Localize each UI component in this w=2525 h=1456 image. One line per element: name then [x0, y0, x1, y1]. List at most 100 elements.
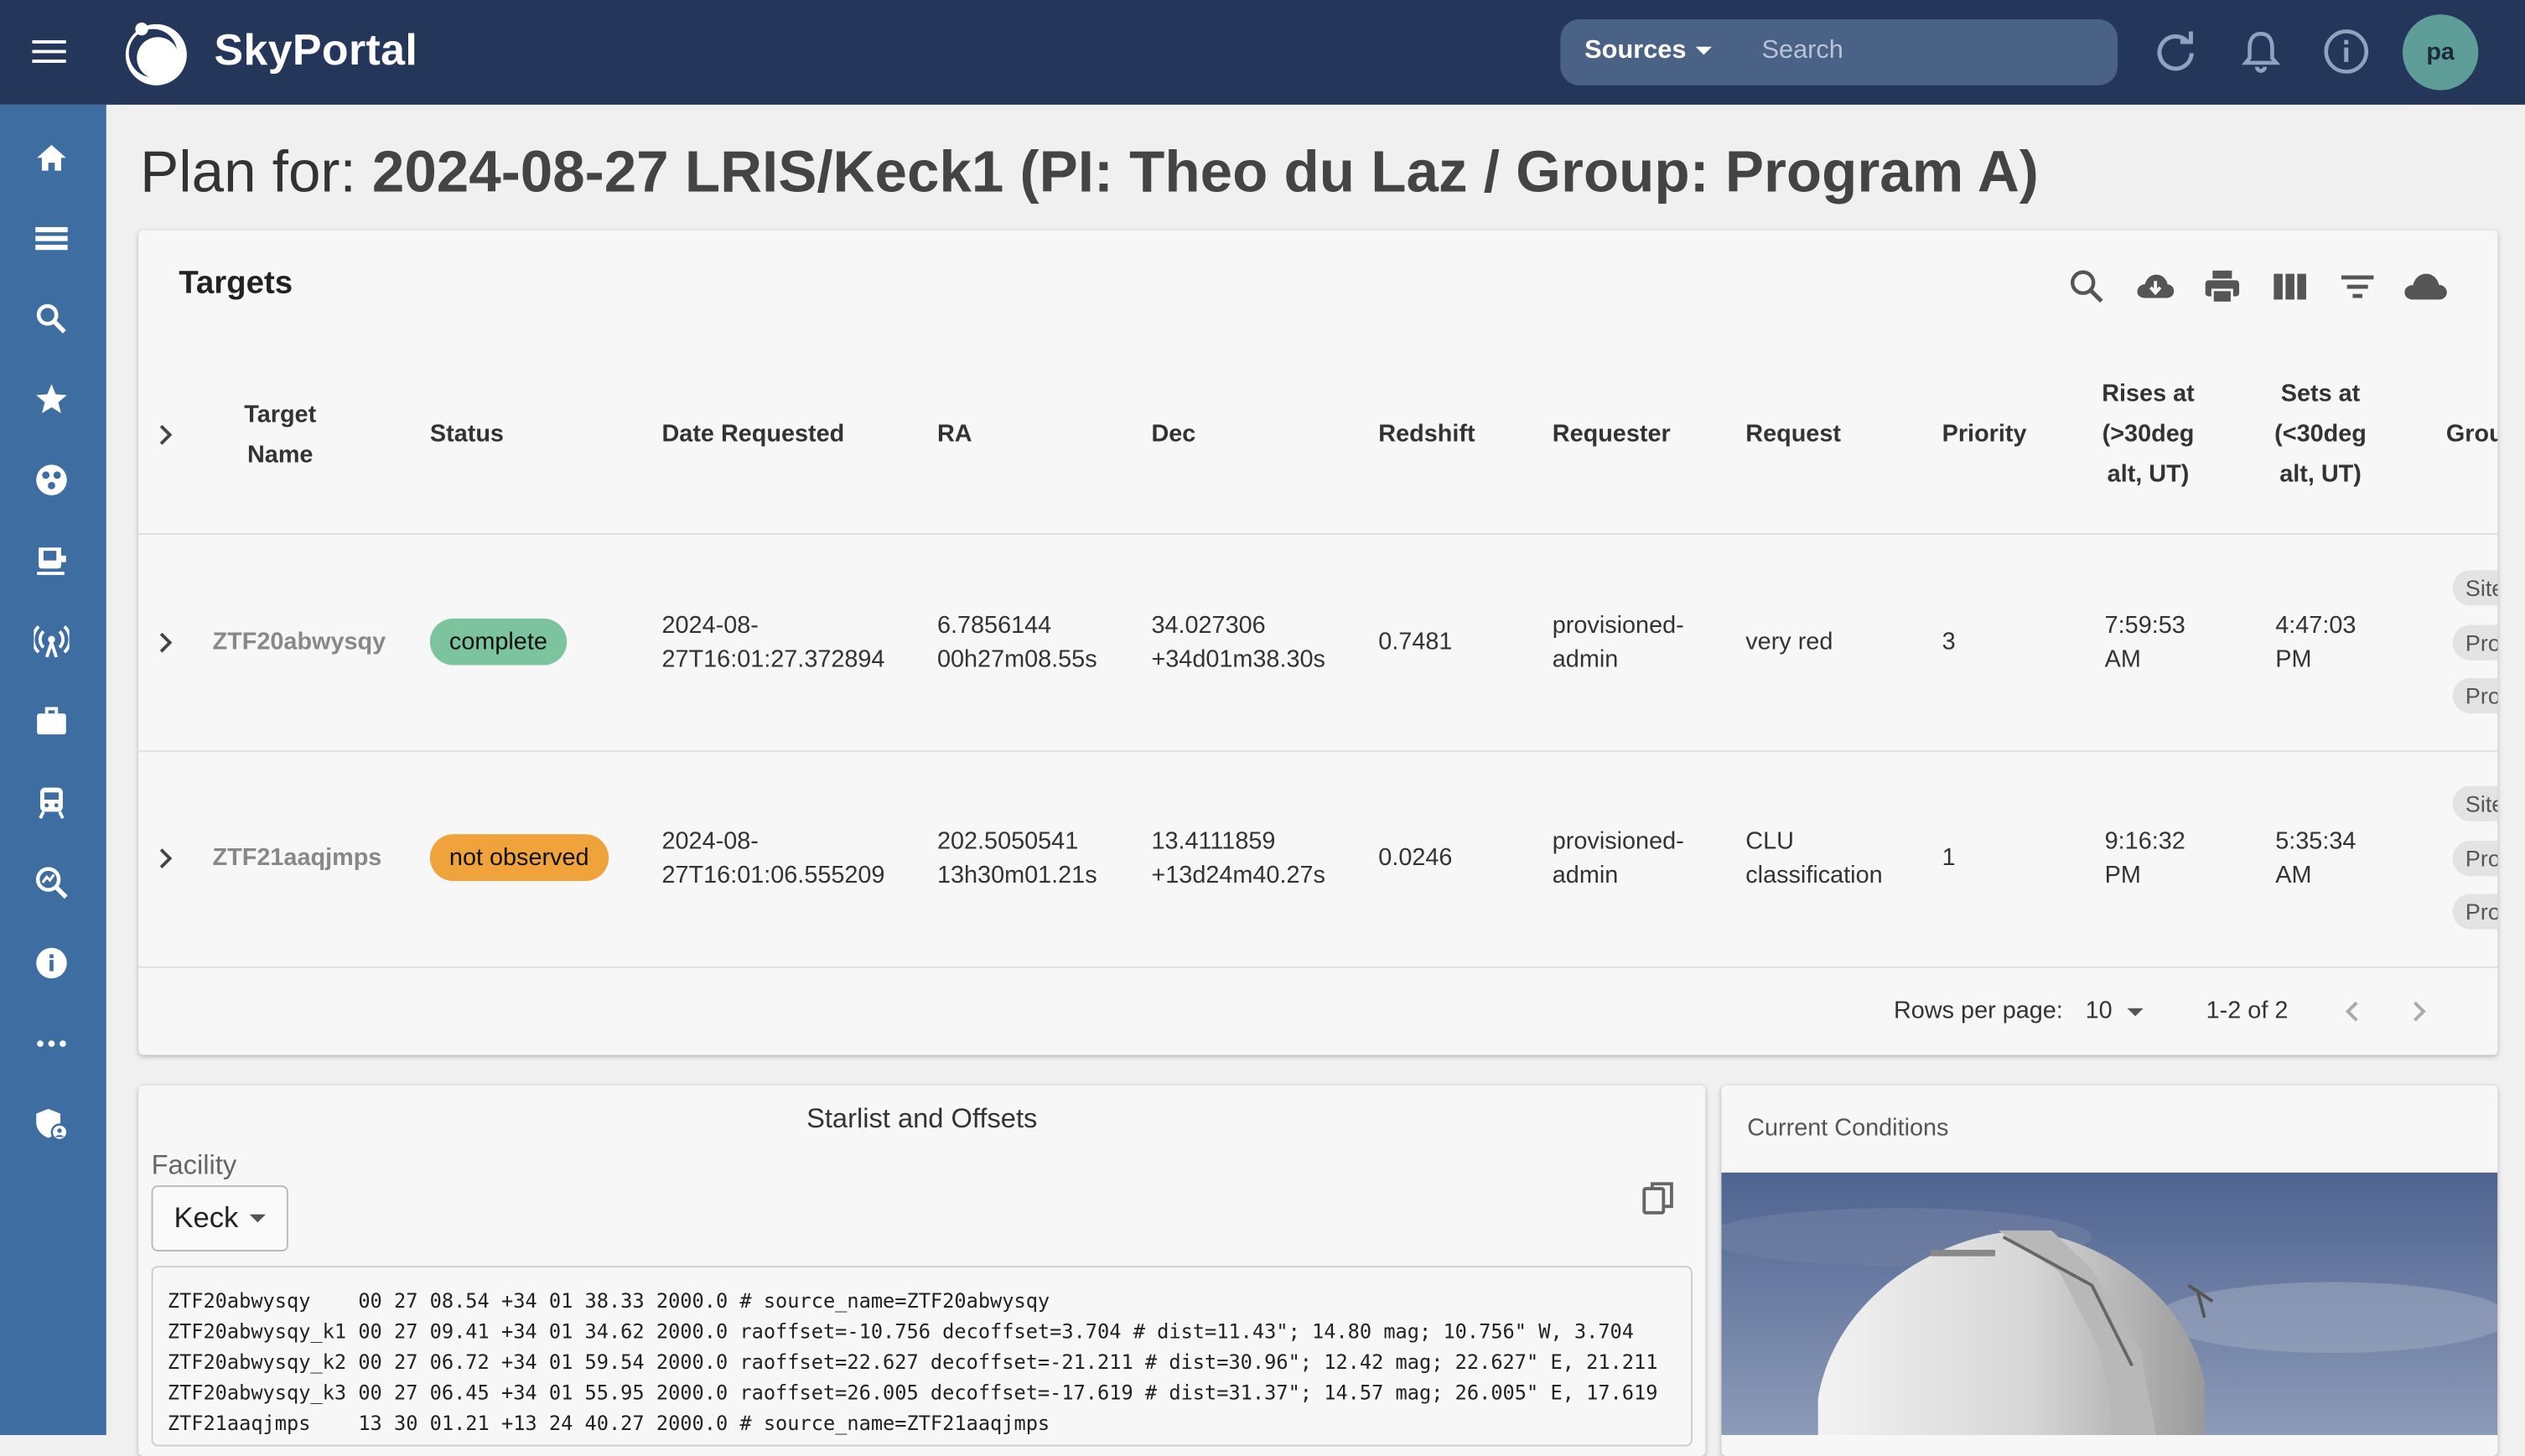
- about-info-icon[interactable]: [34, 946, 69, 981]
- group-chip[interactable]: Pro: [2452, 677, 2498, 714]
- status-badge: complete: [429, 618, 567, 666]
- search-input[interactable]: Search: [1761, 37, 1843, 66]
- brand-name[interactable]: SkyPortal: [214, 26, 417, 76]
- col-header-status[interactable]: Status: [430, 414, 504, 454]
- filter-list-icon[interactable]: [2336, 266, 2378, 308]
- zoom-analytics-icon[interactable]: [34, 865, 69, 900]
- col-header-request[interactable]: Request: [1745, 414, 1841, 454]
- col-header-priority[interactable]: Priority: [1942, 414, 2027, 454]
- row-expand-chevron-icon[interactable]: [153, 846, 179, 872]
- ra-sexagesimal: 13h30m01.21s: [936, 861, 1097, 889]
- col-header-date-requested[interactable]: Date Requested: [661, 414, 844, 454]
- group-chip[interactable]: Site: [2452, 570, 2498, 606]
- user-avatar[interactable]: pa: [2403, 14, 2479, 91]
- briefcase-icon[interactable]: [34, 704, 69, 739]
- col-header-requester[interactable]: Requester: [1553, 414, 1671, 454]
- rises-at-time: 9:16:32: [2104, 827, 2185, 856]
- observatory-webcam-image: [1721, 1172, 2498, 1436]
- chevron-down-icon: [2126, 1007, 2144, 1016]
- more-icon[interactable]: [34, 1026, 69, 1061]
- requester-line2: admin: [1552, 645, 1619, 674]
- target-name-link[interactable]: ZTF21aaqjmps: [213, 844, 382, 872]
- col-header-sets-at[interactable]: Sets at (<30deg alt, UT): [2263, 374, 2378, 495]
- skyportal-logo[interactable]: [121, 18, 192, 89]
- star-icon[interactable]: [34, 381, 69, 417]
- home-icon[interactable]: [34, 140, 69, 175]
- search-icon[interactable]: [2066, 266, 2108, 308]
- starlist-line: ZTF21aaqjmps 13 30 01.21 +13 24 40.27 20…: [167, 1412, 1050, 1436]
- date-requested-line1: 2024-08-: [661, 612, 759, 640]
- print-icon[interactable]: [2201, 266, 2243, 308]
- targets-table-card: Targets Target Name Status Date Requeste…: [138, 230, 2498, 1055]
- targets-title: Targets: [179, 266, 293, 302]
- search-bar: Sources Search: [1560, 19, 2118, 85]
- next-page-icon[interactable]: [2404, 997, 2434, 1026]
- current-conditions-card: Current Conditions: [1721, 1086, 2498, 1456]
- starlist-text[interactable]: ZTF20abwysqy 00 27 08.54 +34 01 38.33 20…: [151, 1266, 1693, 1447]
- search-icon[interactable]: [34, 301, 69, 336]
- date-requested-line2: 27T16:01:06.555209: [661, 861, 885, 889]
- col-header-groups[interactable]: Grou: [2446, 414, 2497, 454]
- col-header-dec[interactable]: Dec: [1151, 414, 1195, 454]
- rows-per-page-label: Rows per page:: [1893, 997, 2063, 1025]
- group-chip[interactable]: Pro: [2452, 624, 2498, 661]
- date-requested-line1: 2024-08-: [661, 827, 759, 856]
- col-header-redshift[interactable]: Redshift: [1378, 414, 1475, 454]
- starlist-line: ZTF20abwysqy_k2 00 27 06.72 +34 01 59.54…: [167, 1351, 1658, 1374]
- ra-sexagesimal: 00h27m08.55s: [936, 645, 1097, 674]
- search-category-select[interactable]: Sources: [1584, 37, 1713, 66]
- redshift-value: 0.0246: [1378, 843, 1453, 872]
- starlist-line: ZTF20abwysqy_k1 00 27 09.41 +34 01 34.62…: [167, 1320, 1635, 1344]
- dec-sexagesimal: +34d01m38.30s: [1151, 645, 1325, 674]
- page-title: Plan for: 2024-08-27 LRIS/Keck1 (PI: The…: [140, 138, 2039, 206]
- previous-page-icon[interactable]: [2338, 997, 2367, 1026]
- sidebar: [0, 104, 106, 1436]
- refresh-icon[interactable]: [2151, 28, 2200, 76]
- rises-at-ampm: PM: [2104, 861, 2141, 889]
- admin-shield-icon[interactable]: [34, 1106, 69, 1142]
- request-comment-line2: classification: [1745, 861, 1883, 889]
- coffee-icon[interactable]: [34, 543, 69, 578]
- requester-line1: provisioned-: [1552, 827, 1684, 856]
- cloud-download-icon[interactable]: [2134, 266, 2175, 308]
- search-category-label: Sources: [1584, 37, 1687, 65]
- facility-select[interactable]: Keck: [151, 1185, 288, 1251]
- sets-at-ampm: PM: [2275, 645, 2312, 674]
- group-chip[interactable]: Pro: [2452, 840, 2498, 877]
- info-icon[interactable]: [2322, 28, 2371, 76]
- page-title-plan-name: 2024-08-27 LRIS/Keck1 (PI: Theo du Laz /…: [371, 138, 2039, 205]
- train-icon[interactable]: [34, 785, 69, 820]
- pagination-range: 1-2 of 2: [2206, 997, 2289, 1025]
- request-comment-line1: CLU: [1745, 827, 1794, 856]
- group-chip[interactable]: Site: [2452, 785, 2498, 821]
- expand-all-chevron-icon[interactable]: [153, 422, 179, 448]
- current-conditions-title: Current Conditions: [1747, 1114, 1949, 1143]
- top-app-bar: SkyPortal Sources Search pa: [0, 0, 2525, 105]
- menu-icon[interactable]: [32, 35, 66, 67]
- group-chip[interactable]: Pro: [2452, 894, 2498, 930]
- starlist-card: Starlist and Offsets Facility Keck ZTF20…: [138, 1086, 1706, 1456]
- col-header-ra[interactable]: RA: [937, 414, 972, 454]
- priority-value: 1: [1942, 843, 1956, 872]
- notifications-bell-icon[interactable]: [2237, 28, 2285, 76]
- row-expand-chevron-icon[interactable]: [153, 630, 179, 655]
- col-header-rises-at[interactable]: Rises at (>30deg alt, UT): [2090, 374, 2206, 495]
- view-columns-icon[interactable]: [2269, 266, 2311, 308]
- col-header-target-name[interactable]: Target Name: [213, 395, 348, 475]
- rises-at-ampm: AM: [2104, 645, 2141, 674]
- starlist-line: ZTF20abwysqy 00 27 08.54 +34 01 38.33 20…: [167, 1290, 1050, 1313]
- list-icon[interactable]: [34, 220, 69, 256]
- facility-label: Facility: [151, 1149, 237, 1181]
- sets-at-ampm: AM: [2275, 861, 2312, 889]
- facility-value: Keck: [174, 1201, 239, 1234]
- cloud-icon[interactable]: [2401, 266, 2450, 308]
- page-title-prefix: Plan for:: [140, 138, 372, 205]
- starlist-title: Starlist and Offsets: [806, 1103, 1038, 1134]
- copy-icon[interactable]: [1639, 1179, 1677, 1217]
- groups-icon[interactable]: [34, 462, 69, 497]
- target-name-link[interactable]: ZTF20abwysqy: [213, 628, 386, 655]
- row-divider: [138, 966, 2498, 968]
- rows-per-page-select[interactable]: 10: [2086, 997, 2144, 1024]
- observatory-antenna-icon[interactable]: [34, 624, 70, 659]
- sets-at-time: 4:47:03: [2275, 612, 2356, 640]
